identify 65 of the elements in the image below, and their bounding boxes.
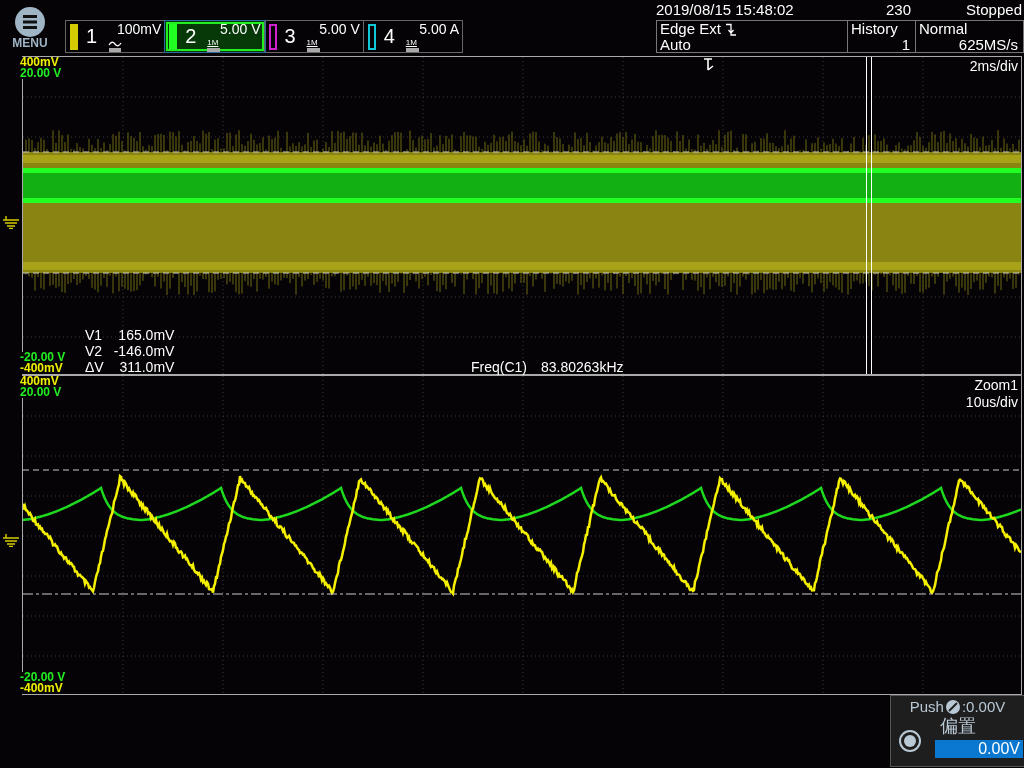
cursor-value: 311.0mV <box>118 359 175 375</box>
hatched-bar-icon <box>207 48 221 52</box>
hatched-bar-icon <box>306 48 320 52</box>
cursor-label: V1 <box>85 327 104 343</box>
cursor-line[interactable] <box>23 151 1021 153</box>
measurement-value: 83.80263kHz <box>541 359 624 375</box>
channel-scale: 5.00 V <box>319 21 360 37</box>
sample-rate: 625MS/s <box>957 37 1019 53</box>
push-hint-value: :0.00V <box>961 698 1006 716</box>
channel-scale: 100mV <box>116 21 162 37</box>
run-state: Stopped <box>965 0 1023 20</box>
scale-label: 400mV <box>20 57 62 68</box>
offset-value-field[interactable]: 0.00V <box>935 740 1023 758</box>
cursor-value: 165.0mV <box>117 327 175 343</box>
cursor-label: V2 <box>85 343 104 359</box>
history-panel[interactable]: History 1 <box>848 21 916 53</box>
scale-label: -20.00 V <box>20 672 66 683</box>
menu-icon <box>15 7 45 37</box>
cursor-line[interactable] <box>23 593 1021 595</box>
impedance-label: 1M <box>207 39 220 47</box>
date-time: 2019/08/15 15:48:02 <box>656 0 795 20</box>
channel-scale: 5.00 V <box>220 21 261 37</box>
timebase-label: 2ms/div <box>969 58 1018 75</box>
trigger-panel[interactable]: Edge Ext Auto <box>657 21 848 53</box>
zoom-title: Zoom1 <box>973 377 1018 394</box>
menu-button[interactable]: MENU <box>0 0 60 56</box>
acquisition-count: 230 <box>884 0 912 20</box>
scale-label: -400mV <box>20 363 66 374</box>
scale-label: 20.00 V <box>20 387 62 398</box>
acquisition-panel[interactable]: Normal 625MS/s <box>916 21 1023 53</box>
reset-knob-icon <box>945 700 960 714</box>
trigger-type: Edge Ext <box>660 21 721 37</box>
acquisition-mode: Normal <box>919 21 969 37</box>
cursor-label: ΔV <box>85 359 104 375</box>
zoom-window-marker[interactable] <box>866 57 872 374</box>
scale-label: -20.00 V <box>20 352 66 363</box>
ground-marker-icon <box>3 533 19 547</box>
impedance-label: 1M <box>306 39 319 47</box>
channel-number: 3 <box>284 25 296 48</box>
cursor-value: -146.0mV <box>113 343 175 359</box>
ground-marker-icon <box>3 215 19 229</box>
scale-label: 20.00 V <box>20 68 62 79</box>
cursor-line[interactable] <box>23 469 1021 471</box>
channel-scale: 5.00 A <box>419 21 459 37</box>
hatched-bar-icon <box>405 48 419 52</box>
history-label: History <box>851 21 899 37</box>
knob-title: 偏置 <box>938 716 977 736</box>
trigger-position-icon[interactable] <box>703 58 715 72</box>
falling-edge-icon <box>725 22 736 36</box>
channel-tab[interactable]: 4 5.00 A 1M <box>363 21 462 52</box>
channel-tab[interactable]: 2 5.00 V 1M <box>165 21 265 52</box>
cursor-line[interactable] <box>23 272 1021 274</box>
channel-number: 2 <box>185 25 197 48</box>
trigger-mode: Auto <box>660 37 691 53</box>
impedance-label: 1M <box>405 39 418 47</box>
measurement-label: Freq(C1) <box>471 359 527 375</box>
history-value: 1 <box>900 37 911 53</box>
knob-icon[interactable] <box>899 730 921 752</box>
channel-number: 4 <box>383 25 395 48</box>
push-hint: Push <box>909 698 944 716</box>
channel-number: 1 <box>86 25 98 48</box>
timebase-label: 10us/div <box>965 394 1018 411</box>
scale-label: -400mV <box>20 683 66 694</box>
scale-label: 400mV <box>20 376 62 387</box>
channel-tab[interactable]: 3 5.00 V 1M <box>264 21 364 52</box>
